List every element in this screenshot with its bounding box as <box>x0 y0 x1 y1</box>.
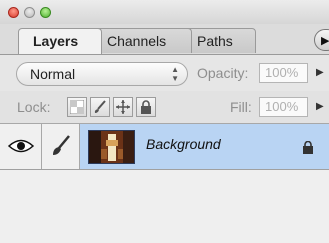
close-button[interactable] <box>8 7 19 18</box>
layer-name: Background <box>146 136 221 152</box>
visibility-toggle[interactable] <box>0 124 42 169</box>
blend-mode-select[interactable]: Normal ▲ ▼ <box>16 62 188 86</box>
layer-thumbnail-image <box>89 131 134 163</box>
brush-link-toggle[interactable] <box>42 124 80 169</box>
layer-row[interactable]: Background <box>0 124 329 170</box>
brush-icon <box>53 135 70 155</box>
blend-mode-value: Normal <box>30 66 76 82</box>
flyout-arrow-icon: ▶ <box>321 35 329 47</box>
tab-channels[interactable]: Channels <box>92 28 192 53</box>
fill-slider-arrow-icon[interactable]: ▶ <box>316 101 324 112</box>
tab-layers[interactable]: Layers <box>18 28 102 54</box>
lock-options-row: Lock: Fill: 100% ▶ <box>0 91 329 124</box>
opacity-input[interactable]: 100% <box>259 63 308 83</box>
panel-titlebar <box>0 0 329 24</box>
lock-label: Lock: <box>17 99 51 115</box>
layers-empty-area <box>0 170 329 243</box>
lock-position-button[interactable] <box>113 97 133 117</box>
tab-channels-label: Channels <box>107 33 167 49</box>
zoom-button[interactable] <box>40 7 51 18</box>
opacity-label: Opacity: <box>197 65 249 81</box>
brush-lock-icon <box>94 100 106 113</box>
lock-transparency-button[interactable] <box>67 97 87 117</box>
blend-options-row: Normal ▲ ▼ Opacity: 100% ▶ <box>0 55 329 91</box>
fill-label: Fill: <box>230 99 252 115</box>
minimize-button[interactable] <box>24 7 35 18</box>
select-arrows-icon: ▲ ▼ <box>171 65 179 83</box>
layer-lock-icon <box>303 141 313 154</box>
lock-image-button[interactable] <box>90 97 110 117</box>
panel-tabbar: Paths Channels Layers ▶ <box>0 24 329 55</box>
layer-thumbnail <box>88 130 135 164</box>
tab-paths-label: Paths <box>197 33 233 49</box>
panel-menu-button[interactable]: ▶ <box>314 29 329 51</box>
lock-all-button[interactable] <box>136 97 156 117</box>
tab-layers-label: Layers <box>33 33 79 49</box>
eye-icon <box>8 139 34 153</box>
tab-paths[interactable]: Paths <box>182 28 256 53</box>
move-lock-icon <box>116 100 130 114</box>
fill-input[interactable]: 100% <box>259 97 308 117</box>
opacity-slider-arrow-icon[interactable]: ▶ <box>316 67 324 78</box>
padlock-icon <box>141 100 151 114</box>
transparency-lock-icon <box>70 100 84 114</box>
